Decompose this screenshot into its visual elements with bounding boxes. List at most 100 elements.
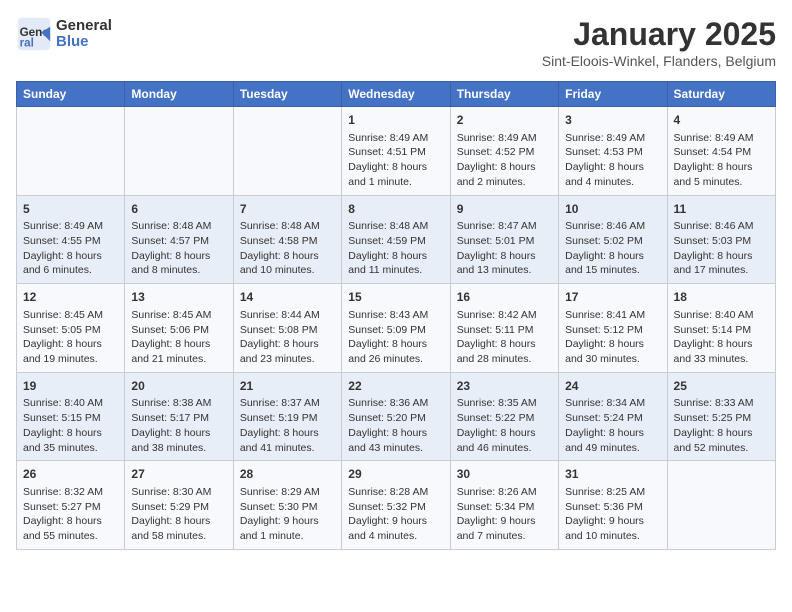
- day-number: 9: [457, 201, 552, 218]
- logo-icon: Gene ral: [16, 16, 52, 52]
- calendar-cell: 5Sunrise: 8:49 AM Sunset: 4:55 PM Daylig…: [17, 195, 125, 284]
- calendar-header: SundayMondayTuesdayWednesdayThursdayFrid…: [17, 82, 776, 107]
- day-info: Sunrise: 8:40 AM Sunset: 5:15 PM Dayligh…: [23, 396, 118, 455]
- day-info: Sunrise: 8:44 AM Sunset: 5:08 PM Dayligh…: [240, 308, 335, 367]
- weekday-monday: Monday: [125, 82, 233, 107]
- calendar-cell: 24Sunrise: 8:34 AM Sunset: 5:24 PM Dayli…: [559, 372, 667, 461]
- month-title: January 2025: [542, 16, 776, 53]
- calendar-cell: 30 Sunrise: 8:26 AM Sunset: 5:34 PM Dayli…: [450, 461, 558, 550]
- day-number: 3: [565, 112, 660, 129]
- day-info: Sunrise: 8:35 AM Sunset: 5:22 PM Dayligh…: [457, 396, 552, 455]
- calendar-cell: [125, 107, 233, 196]
- day-info: Sunrise: 8:49 AM Sunset: 4:52 PM Dayligh…: [457, 131, 552, 190]
- day-info: Sunrise: 8:34 AM Sunset: 5:24 PM Dayligh…: [565, 396, 660, 455]
- calendar-cell: 21Sunrise: 8:37 AM Sunset: 5:19 PM Dayli…: [233, 372, 341, 461]
- day-number: 29: [348, 466, 443, 483]
- day-info: Sunrise: 8:48 AM Sunset: 4:57 PM Dayligh…: [131, 219, 226, 278]
- day-number: 15: [348, 289, 443, 306]
- day-info: Sunrise: 8:49 AM Sunset: 4:55 PM Dayligh…: [23, 219, 118, 278]
- calendar-cell: [233, 107, 341, 196]
- weekday-saturday: Saturday: [667, 82, 775, 107]
- day-number: 23: [457, 378, 552, 395]
- calendar-cell: 17 Sunrise: 8:41 AM Sunset: 5:12 PM Dayli…: [559, 284, 667, 373]
- day-number: 12: [23, 289, 118, 306]
- page-header: Gene ral General Blue January 2025 Sint-…: [16, 16, 776, 69]
- weekday-tuesday: Tuesday: [233, 82, 341, 107]
- calendar-cell: 13Sunrise: 8:45 AM Sunset: 5:06 PM Dayli…: [125, 284, 233, 373]
- calendar-cell: 26Sunrise: 8:32 AM Sunset: 5:27 PM Dayli…: [17, 461, 125, 550]
- day-info: Sunrise: 8:49 AM Sunset: 4:53 PM Dayligh…: [565, 131, 660, 190]
- day-info: Sunrise: 8:41 AM Sunset: 5:12 PM Dayligh…: [565, 308, 660, 367]
- day-number: 14: [240, 289, 335, 306]
- day-number: 25: [674, 378, 769, 395]
- calendar-cell: 23Sunrise: 8:35 AM Sunset: 5:22 PM Dayli…: [450, 372, 558, 461]
- calendar-week-2: 12 Sunrise: 8:45 AM Sunset: 5:05 PM Dayli…: [17, 284, 776, 373]
- day-info: Sunrise: 8:45 AM Sunset: 5:05 PM Dayligh…: [23, 308, 118, 367]
- calendar-cell: 25Sunrise: 8:33 AM Sunset: 5:25 PM Dayli…: [667, 372, 775, 461]
- calendar-cell: 4 Sunrise: 8:49 AM Sunset: 4:54 PM Daylig…: [667, 107, 775, 196]
- calendar-week-0: 1 Sunrise: 8:49 AM Sunset: 4:51 PM Daylig…: [17, 107, 776, 196]
- calendar-cell: 1 Sunrise: 8:49 AM Sunset: 4:51 PM Daylig…: [342, 107, 450, 196]
- calendar-cell: 19Sunrise: 8:40 AM Sunset: 5:15 PM Dayli…: [17, 372, 125, 461]
- calendar-cell: 16 Sunrise: 8:42 AM Sunset: 5:11 PM Dayli…: [450, 284, 558, 373]
- day-number: 22: [348, 378, 443, 395]
- logo: Gene ral General Blue: [16, 16, 112, 52]
- calendar-cell: 28Sunrise: 8:29 AM Sunset: 5:30 PM Dayli…: [233, 461, 341, 550]
- day-number: 17: [565, 289, 660, 306]
- day-number: 10: [565, 201, 660, 218]
- day-info: Sunrise: 8:42 AM Sunset: 5:11 PM Dayligh…: [457, 308, 552, 367]
- day-info: Sunrise: 8:38 AM Sunset: 5:17 PM Dayligh…: [131, 396, 226, 455]
- calendar-cell: 31 Sunrise: 8:25 AM Sunset: 5:36 PM Dayli…: [559, 461, 667, 550]
- day-number: 30: [457, 466, 552, 483]
- day-info: Sunrise: 8:49 AM Sunset: 4:51 PM Dayligh…: [348, 131, 443, 190]
- weekday-thursday: Thursday: [450, 82, 558, 107]
- calendar-cell: 7Sunrise: 8:48 AM Sunset: 4:58 PM Daylig…: [233, 195, 341, 284]
- calendar-week-3: 19Sunrise: 8:40 AM Sunset: 5:15 PM Dayli…: [17, 372, 776, 461]
- day-info: Sunrise: 8:49 AM Sunset: 4:54 PM Dayligh…: [674, 131, 769, 190]
- calendar-cell: 6Sunrise: 8:48 AM Sunset: 4:57 PM Daylig…: [125, 195, 233, 284]
- svg-text:ral: ral: [20, 37, 34, 50]
- day-info: Sunrise: 8:30 AM Sunset: 5:29 PM Dayligh…: [131, 485, 226, 544]
- calendar-cell: 12 Sunrise: 8:45 AM Sunset: 5:05 PM Dayli…: [17, 284, 125, 373]
- calendar-cell: 22Sunrise: 8:36 AM Sunset: 5:20 PM Dayli…: [342, 372, 450, 461]
- day-info: Sunrise: 8:43 AM Sunset: 5:09 PM Dayligh…: [348, 308, 443, 367]
- calendar-cell: 27 Sunrise: 8:30 AM Sunset: 5:29 PM Dayli…: [125, 461, 233, 550]
- day-number: 28: [240, 466, 335, 483]
- weekday-wednesday: Wednesday: [342, 82, 450, 107]
- day-number: 21: [240, 378, 335, 395]
- calendar-cell: 2 Sunrise: 8:49 AM Sunset: 4:52 PM Daylig…: [450, 107, 558, 196]
- day-number: 27: [131, 466, 226, 483]
- calendar-cell: 14 Sunrise: 8:44 AM Sunset: 5:08 PM Dayli…: [233, 284, 341, 373]
- day-info: Sunrise: 8:37 AM Sunset: 5:19 PM Dayligh…: [240, 396, 335, 455]
- calendar-table: SundayMondayTuesdayWednesdayThursdayFrid…: [16, 81, 776, 550]
- calendar-week-1: 5Sunrise: 8:49 AM Sunset: 4:55 PM Daylig…: [17, 195, 776, 284]
- day-info: Sunrise: 8:46 AM Sunset: 5:02 PM Dayligh…: [565, 219, 660, 278]
- logo-general-label: General: [56, 18, 112, 35]
- day-info: Sunrise: 8:46 AM Sunset: 5:03 PM Dayligh…: [674, 219, 769, 278]
- calendar-cell: 10Sunrise: 8:46 AM Sunset: 5:02 PM Dayli…: [559, 195, 667, 284]
- day-number: 1: [348, 112, 443, 129]
- day-info: Sunrise: 8:48 AM Sunset: 4:59 PM Dayligh…: [348, 219, 443, 278]
- calendar-week-4: 26Sunrise: 8:32 AM Sunset: 5:27 PM Dayli…: [17, 461, 776, 550]
- calendar-cell: 18Sunrise: 8:40 AM Sunset: 5:14 PM Dayli…: [667, 284, 775, 373]
- calendar-cell: 20Sunrise: 8:38 AM Sunset: 5:17 PM Dayli…: [125, 372, 233, 461]
- day-info: Sunrise: 8:25 AM Sunset: 5:36 PM Dayligh…: [565, 485, 660, 544]
- calendar-cell: 15 Sunrise: 8:43 AM Sunset: 5:09 PM Dayli…: [342, 284, 450, 373]
- weekday-sunday: Sunday: [17, 82, 125, 107]
- day-number: 2: [457, 112, 552, 129]
- day-info: Sunrise: 8:26 AM Sunset: 5:34 PM Dayligh…: [457, 485, 552, 544]
- day-info: Sunrise: 8:47 AM Sunset: 5:01 PM Dayligh…: [457, 219, 552, 278]
- calendar-cell: 11Sunrise: 8:46 AM Sunset: 5:03 PM Dayli…: [667, 195, 775, 284]
- day-number: 31: [565, 466, 660, 483]
- day-number: 18: [674, 289, 769, 306]
- day-number: 16: [457, 289, 552, 306]
- logo-blue-label: Blue: [56, 34, 112, 51]
- calendar-cell: 8Sunrise: 8:48 AM Sunset: 4:59 PM Daylig…: [342, 195, 450, 284]
- calendar-cell: [17, 107, 125, 196]
- day-number: 4: [674, 112, 769, 129]
- day-info: Sunrise: 8:33 AM Sunset: 5:25 PM Dayligh…: [674, 396, 769, 455]
- logo-text: General Blue: [56, 18, 112, 51]
- day-number: 6: [131, 201, 226, 218]
- calendar-cell: 3 Sunrise: 8:49 AM Sunset: 4:53 PM Daylig…: [559, 107, 667, 196]
- day-number: 5: [23, 201, 118, 218]
